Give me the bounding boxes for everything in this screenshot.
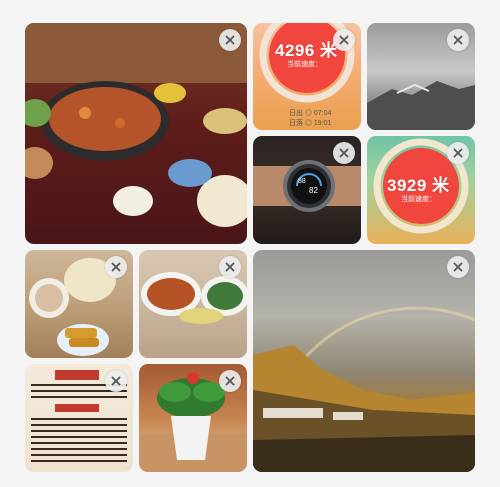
close-icon: [453, 262, 463, 272]
close-icon: [111, 376, 121, 386]
watch-reading-b: 82: [309, 186, 318, 195]
remove-photo-button[interactable]: [447, 256, 469, 278]
hotpot-scene: [25, 23, 247, 227]
photo-distance-4296[interactable]: 4296 米 当前速度： 日出 ◎ 07:04 日落 ◎ 19:01: [253, 23, 361, 130]
photo-hotpot-dinner[interactable]: [25, 23, 247, 244]
close-icon: [225, 376, 235, 386]
remove-photo-button[interactable]: [105, 370, 127, 392]
close-icon: [339, 35, 349, 45]
close-icon: [111, 262, 121, 272]
photo-breakfast[interactable]: [25, 250, 133, 358]
close-icon: [453, 148, 463, 158]
remove-photo-button[interactable]: [447, 29, 469, 51]
distance-value: 3929 米: [387, 176, 450, 195]
remove-photo-button[interactable]: [219, 370, 241, 392]
close-icon: [225, 35, 235, 45]
sunset-time: 日落 ◎ 19:01: [289, 120, 332, 127]
photo-dishes[interactable]: [139, 250, 247, 358]
photo-misty-mountain[interactable]: [367, 23, 475, 130]
remove-photo-button[interactable]: [219, 256, 241, 278]
distance-value: 4296 米: [275, 41, 338, 60]
speed-label: 当前速度：: [287, 61, 322, 68]
remove-photo-button[interactable]: [333, 142, 355, 164]
photo-potted-plant[interactable]: [139, 364, 247, 472]
speed-label: 当前速度：: [401, 196, 436, 203]
watch-reading-a: 88: [298, 178, 306, 185]
photo-menu-board[interactable]: [25, 364, 133, 472]
remove-photo-button[interactable]: [105, 256, 127, 278]
remove-photo-button[interactable]: [219, 29, 241, 51]
photo-distance-3929[interactable]: 3929 米 当前速度：: [367, 136, 475, 244]
close-icon: [453, 35, 463, 45]
remove-photo-button[interactable]: [333, 29, 355, 51]
sunrise-time: 日出 ◎ 07:04: [289, 110, 332, 117]
close-icon: [225, 262, 235, 272]
photo-smartwatch[interactable]: 88 82: [253, 136, 361, 244]
rainbow-scene: [253, 306, 475, 472]
photo-rainbow-landscape[interactable]: [253, 250, 475, 472]
remove-photo-button[interactable]: [447, 142, 469, 164]
close-icon: [339, 148, 349, 158]
